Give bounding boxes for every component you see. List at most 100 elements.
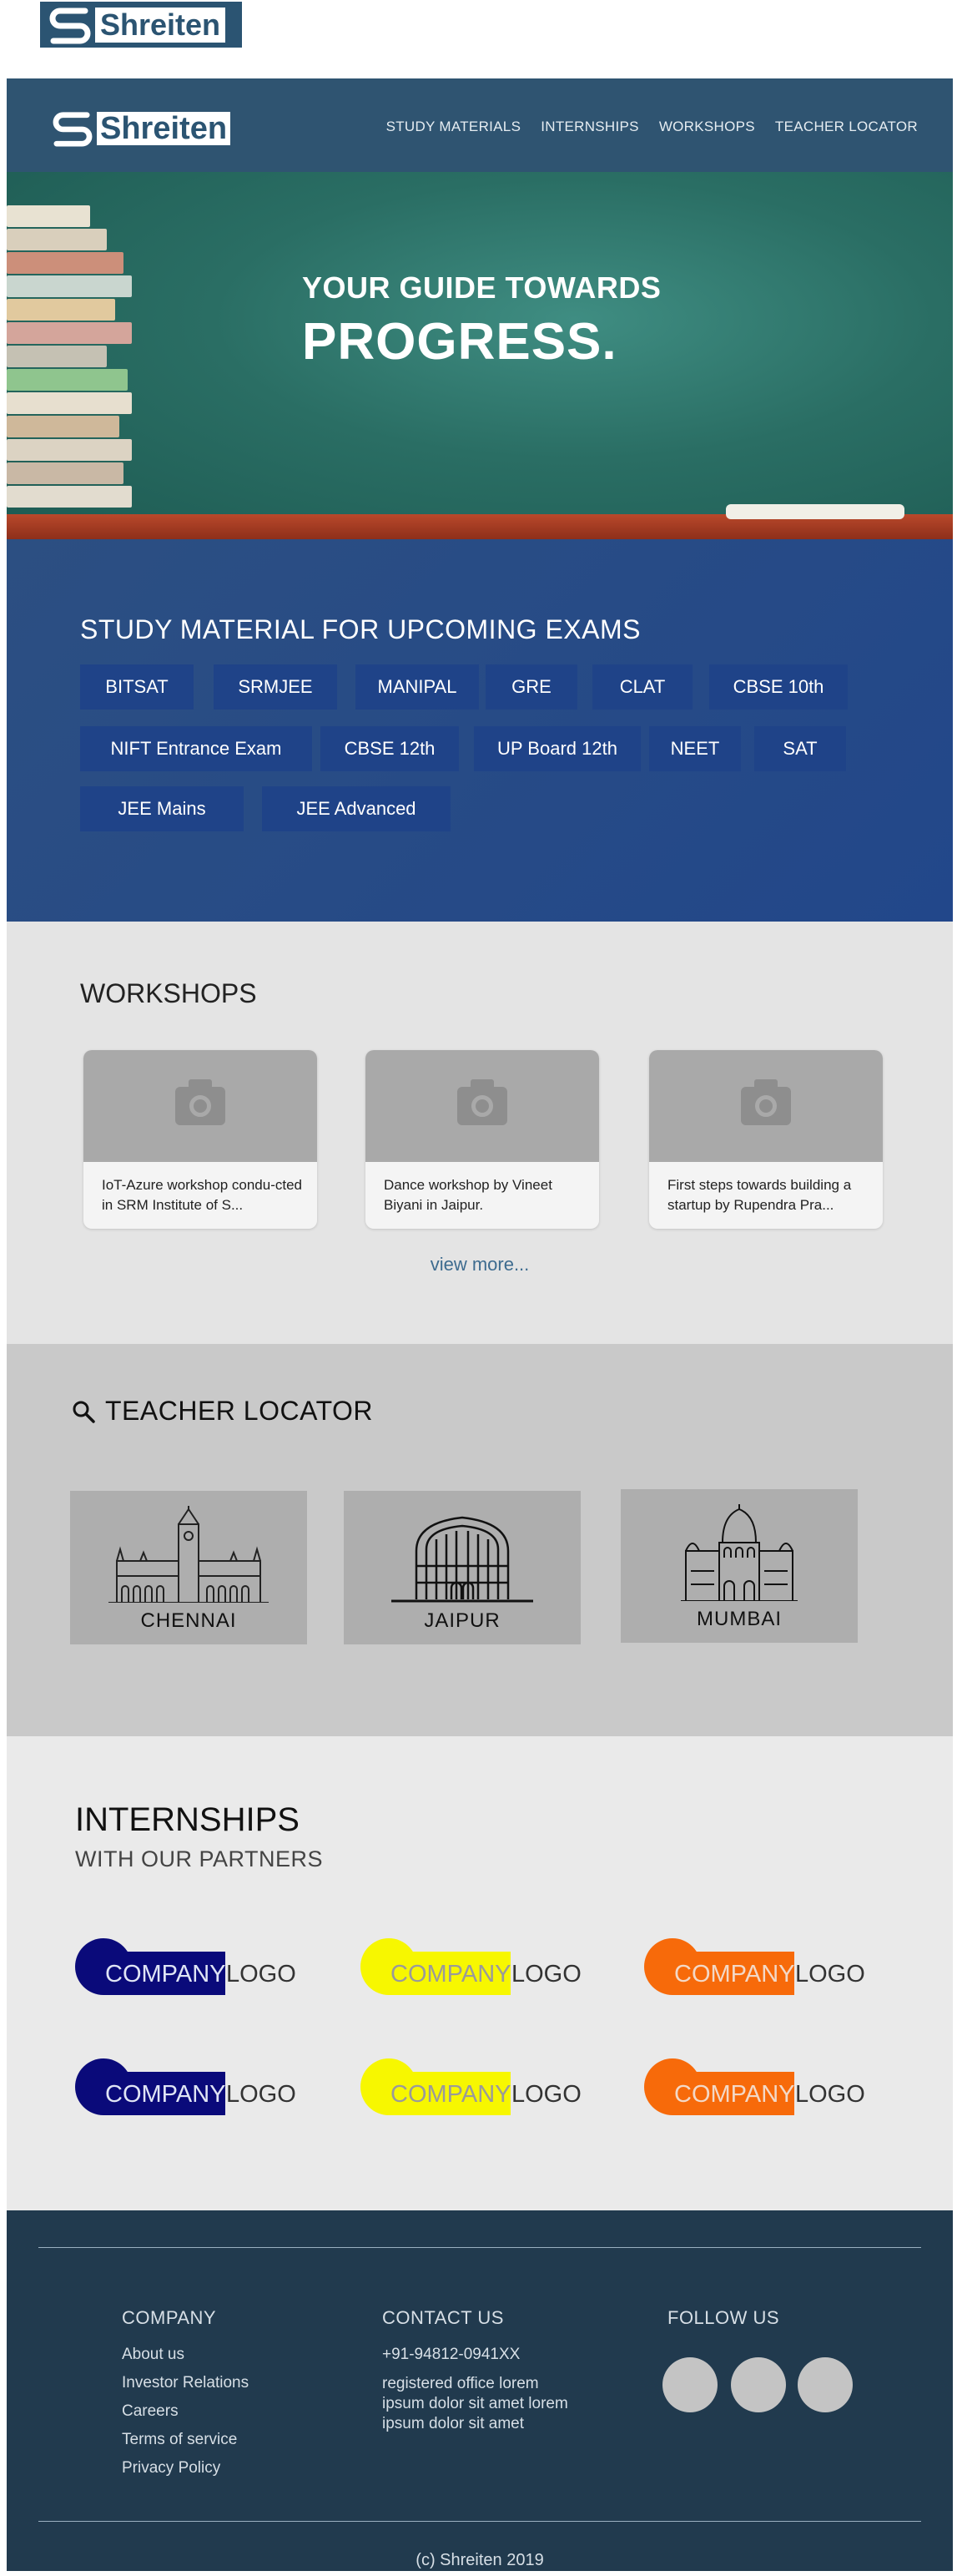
- exam-chip[interactable]: CBSE 10th: [709, 664, 848, 710]
- company-logo[interactable]: COMPANY LOGO: [360, 1938, 582, 1997]
- workshop-image: [83, 1050, 317, 1162]
- workshop-caption: IoT-Azure workshop condu-cted in SRM Ins…: [102, 1177, 303, 1213]
- footer-heading: CONTACT US: [382, 2307, 504, 2328]
- camera-icon: [741, 1079, 791, 1125]
- logo-word-company: COMPANY: [105, 1961, 226, 1988]
- address-line: registered office lorem: [382, 2375, 539, 2392]
- exam-chip[interactable]: CLAT: [592, 664, 693, 710]
- s-logo-icon: [49, 8, 91, 43]
- footer-link-investor-relations[interactable]: Investor Relations: [122, 2369, 249, 2397]
- footer-link-about[interactable]: About us: [122, 2341, 249, 2369]
- logo-word-company: COMPANY: [674, 2081, 795, 2108]
- workshop-caption: Dance workshop by Vineet Biyani in Jaipu…: [384, 1177, 552, 1213]
- footer-link-careers[interactable]: Careers: [122, 2397, 249, 2426]
- contact-phone: +91-94812-0941XX: [382, 2346, 521, 2363]
- logo-word-logo: LOGO: [511, 2081, 582, 2108]
- mumbai-cst-icon: [681, 1504, 798, 1601]
- chalk-piece: [726, 504, 904, 519]
- workshops-section: WORKSHOPS IoT-Azure workshop condu-cted …: [7, 922, 953, 1344]
- logo-word-company: COMPANY: [390, 1961, 511, 1988]
- exam-chip[interactable]: NEET: [649, 726, 741, 771]
- logo-word-company: COMPANY: [105, 2081, 226, 2108]
- search-icon: [73, 1401, 95, 1423]
- logo-word-company: COMPANY: [390, 2081, 511, 2108]
- hero-subtitle: YOUR GUIDE TOWARDS: [302, 270, 662, 305]
- footer-company-column: COMPANY About us Investor Relations Care…: [122, 2307, 249, 2483]
- study-material-section: STUDY MATERIAL FOR UPCOMING EXAMS BITSAT…: [7, 539, 953, 922]
- exam-chip[interactable]: NIFT Entrance Exam: [80, 726, 312, 771]
- nav-study-materials[interactable]: STUDY MATERIALS: [386, 119, 521, 135]
- exam-chip[interactable]: GRE: [486, 664, 577, 710]
- logo-word-company: COMPANY: [674, 1961, 795, 1988]
- site-header: Shreiten STUDY MATERIALS INTERNSHIPS WOR…: [7, 78, 953, 172]
- jaipur-hawa-mahal-icon: [391, 1516, 533, 1603]
- section-title: TEACHER LOCATOR: [105, 1396, 374, 1426]
- footer-divider: [38, 2521, 921, 2522]
- internships-section: INTERNSHIPS WITH OUR PARTNERS COMPANY LOG…: [7, 1736, 953, 2210]
- company-logo[interactable]: COMPANY LOGO: [644, 2058, 865, 2117]
- camera-icon: [457, 1079, 507, 1125]
- address-line: ipsum dolor sit amet lorem: [382, 2395, 568, 2412]
- city-name: CHENNAI: [140, 1609, 237, 1632]
- exam-chip[interactable]: UP Board 12th: [474, 726, 641, 771]
- company-logo[interactable]: COMPANY LOGO: [75, 1938, 296, 1997]
- nav-internships[interactable]: INTERNSHIPS: [541, 119, 639, 135]
- company-logo[interactable]: COMPANY LOGO: [644, 1938, 865, 1997]
- exam-chip[interactable]: SAT: [754, 726, 846, 771]
- books-illustration: [7, 205, 132, 523]
- city-card-mumbai[interactable]: MUMBAI: [621, 1489, 858, 1643]
- view-more-link[interactable]: view more...: [7, 1254, 953, 1275]
- social-icon[interactable]: [662, 2357, 718, 2412]
- footer-divider: [38, 2247, 921, 2248]
- workshop-card[interactable]: Dance workshop by Vineet Biyani in Jaipu…: [365, 1050, 599, 1229]
- city-name: MUMBAI: [697, 1608, 782, 1630]
- hero-title: PROGRESS.: [302, 313, 617, 371]
- footer-link-terms[interactable]: Terms of service: [122, 2426, 249, 2454]
- nav-workshops[interactable]: WORKSHOPS: [659, 119, 755, 135]
- top-logo[interactable]: Shreiten: [40, 2, 242, 48]
- exam-chip[interactable]: JEE Advanced: [262, 786, 451, 831]
- workshop-image: [649, 1050, 883, 1162]
- workshop-card[interactable]: IoT-Azure workshop condu-cted in SRM Ins…: [83, 1050, 317, 1229]
- company-logo[interactable]: COMPANY LOGO: [360, 2058, 582, 2117]
- footer-link-privacy[interactable]: Privacy Policy: [122, 2454, 249, 2483]
- city-card-chennai[interactable]: CHENNAI: [70, 1491, 307, 1644]
- social-icon[interactable]: [731, 2357, 786, 2412]
- exam-chip[interactable]: BITSAT: [80, 664, 194, 710]
- s-logo-icon: [53, 112, 93, 147]
- footer-heading: FOLLOW US: [667, 2307, 780, 2328]
- exam-chip[interactable]: CBSE 12th: [320, 726, 459, 771]
- section-title: INTERNSHIPS: [75, 1801, 300, 1838]
- exam-chip[interactable]: SRMJEE: [214, 664, 337, 710]
- hero-banner: YOUR GUIDE TOWARDS PROGRESS.: [7, 172, 953, 539]
- logo-word-logo: LOGO: [511, 1961, 582, 1988]
- site-footer: COMPANY About us Investor Relations Care…: [7, 2210, 953, 2571]
- camera-icon: [175, 1079, 225, 1125]
- logo-text: Shreiten: [95, 7, 226, 43]
- logo-text: Shreiten: [97, 112, 231, 145]
- address-line: ipsum dolor sit amet: [382, 2415, 525, 2432]
- main-nav: STUDY MATERIALS INTERNSHIPS WORKSHOPS TE…: [386, 119, 918, 135]
- exam-chip[interactable]: MANIPAL: [355, 664, 479, 710]
- footer-follow-column: FOLLOW US: [667, 2307, 779, 2341]
- logo-word-logo: LOGO: [226, 2081, 296, 2108]
- logo-word-logo: LOGO: [226, 1961, 296, 1988]
- contact-address: registered office lorem ipsum dolor sit …: [382, 2374, 568, 2434]
- copyright: (c) Shreiten 2019: [416, 2551, 544, 2569]
- company-logo[interactable]: COMPANY LOGO: [75, 2058, 296, 2117]
- section-title: STUDY MATERIAL FOR UPCOMING EXAMS: [80, 614, 641, 644]
- exam-chip[interactable]: JEE Mains: [80, 786, 244, 831]
- workshop-card[interactable]: First steps towards building a startup b…: [649, 1050, 883, 1229]
- footer-contact-column: CONTACT US +91-94812-0941XX registered o…: [382, 2307, 568, 2434]
- logo-word-logo: LOGO: [795, 2081, 865, 2108]
- section-title: WORKSHOPS: [80, 978, 257, 1008]
- section-subtitle: WITH OUR PARTNERS: [75, 1846, 324, 1871]
- chennai-building-icon: [108, 1506, 269, 1603]
- workshop-caption: First steps towards building a startup b…: [667, 1177, 852, 1213]
- city-name: JAIPUR: [424, 1609, 501, 1632]
- header-logo[interactable]: Shreiten: [52, 110, 231, 147]
- workshop-image: [365, 1050, 599, 1162]
- social-icon[interactable]: [798, 2357, 853, 2412]
- nav-teacher-locator[interactable]: TEACHER LOCATOR: [775, 119, 918, 135]
- city-card-jaipur[interactable]: JAIPUR: [344, 1491, 581, 1644]
